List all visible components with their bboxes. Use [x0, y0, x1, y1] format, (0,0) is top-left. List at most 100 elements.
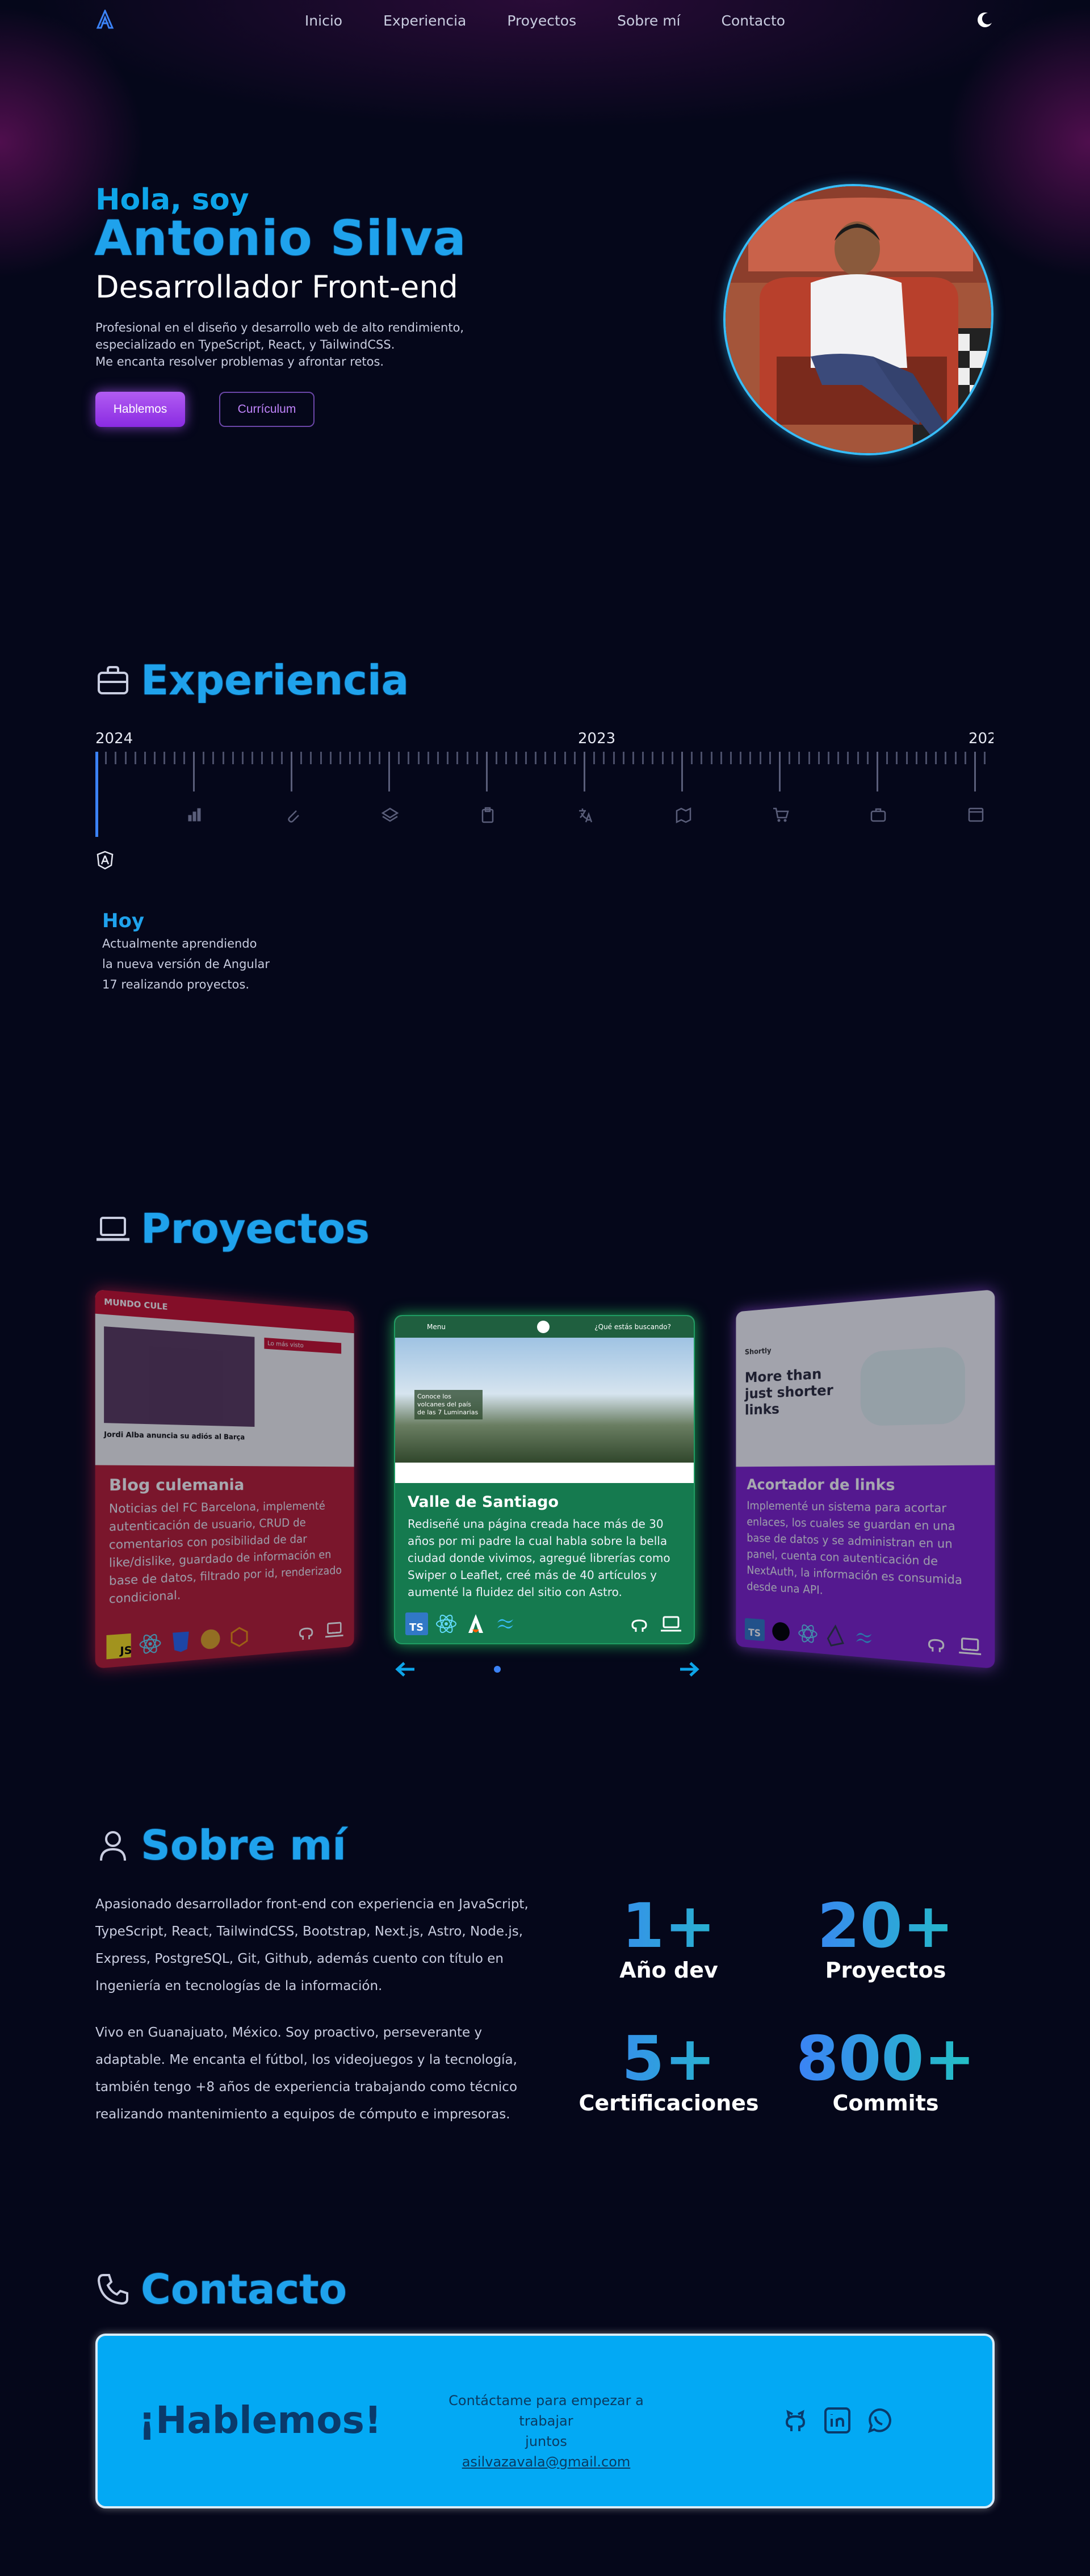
shot-side: Lo más visto: [264, 1337, 342, 1354]
timeline-tick: [212, 752, 215, 764]
about-paragraph: Vivo en Guanajuato, México. Soy proactiv…: [95, 2019, 538, 2128]
paperclip-icon[interactable]: [284, 806, 301, 823]
carousel-prev-arrow-icon[interactable]: [394, 1658, 417, 1681]
stat-label: Certificaciones: [578, 2091, 759, 2116]
contact-card: ¡Hablemos! Contáctame para empezar a tra…: [95, 2334, 995, 2508]
svg-text:TS: TS: [409, 1622, 424, 1633]
laptop-icon[interactable]: [660, 1612, 682, 1635]
contact-text-line: juntos: [525, 2433, 567, 2449]
php-icon: [199, 1627, 222, 1652]
phone-icon: [97, 2274, 128, 2305]
tailwind-icon: [853, 1626, 875, 1650]
timeline-tick: [203, 752, 205, 764]
timeline-tick: [691, 752, 693, 764]
github-icon[interactable]: [781, 2406, 810, 2435]
nav-experiencia[interactable]: Experiencia: [383, 12, 466, 29]
about-line: Vivo en Guanajuato, México. Soy proactiv…: [95, 2025, 483, 2040]
timeline-tick: [329, 752, 332, 764]
layers-icon[interactable]: [382, 806, 399, 823]
stat-label: Proyectos: [825, 1958, 946, 1983]
timeline-tick: [740, 752, 742, 764]
map-icon[interactable]: [674, 806, 691, 823]
carousel-next-arrow-icon[interactable]: [678, 1658, 701, 1681]
laptop-icon[interactable]: [324, 1618, 344, 1641]
project-desc: Implementé un sistema para acortar enlac…: [747, 1499, 963, 1597]
timeline-tick: [408, 752, 410, 764]
shot-caption: Jordi Alba anuncia su adiós al Barça: [104, 1430, 245, 1442]
cart-icon[interactable]: [772, 806, 789, 823]
about-line: TypeScript, React, TailwindCSS, Bootstra…: [95, 1924, 523, 1939]
timeline-tick: [584, 752, 585, 791]
clipboard-icon[interactable]: [479, 806, 496, 823]
nav-sobre-mi[interactable]: Sobre mí: [617, 12, 680, 29]
project-card[interactable]: Shortly More than just shorter links Aco…: [736, 1289, 995, 1669]
mysql-icon: [228, 1625, 250, 1649]
about-line: Apasionado desarrollador front-end con e…: [95, 1897, 529, 1912]
web-app-icon[interactable]: [967, 806, 984, 823]
carousel-dot[interactable]: [494, 1666, 501, 1673]
timeline-tick: [164, 752, 166, 764]
project-title: Valle de Santiago: [408, 1493, 559, 1511]
github-icon[interactable]: [628, 1612, 651, 1635]
projects-heading: Proyectos: [95, 1205, 370, 1253]
nav-contacto[interactable]: Contacto: [722, 12, 786, 29]
whatsapp-icon[interactable]: [865, 2406, 894, 2435]
timeline-tick: [476, 752, 478, 764]
timeline-tick: [378, 752, 380, 764]
about-heading: Sobre mí: [95, 1821, 346, 1869]
timeline-track[interactable]: [95, 752, 993, 837]
contact-text: Contáctame para empezar a trabajar junto…: [421, 2390, 671, 2472]
nav-inicio[interactable]: Inicio: [305, 12, 342, 29]
timeline-tick: [798, 752, 800, 764]
contact-email-link[interactable]: asilvazavala@gmail.com: [462, 2454, 631, 2470]
stat-value: 5+: [578, 2024, 760, 2095]
timeline-tick: [945, 752, 947, 764]
nav-proyectos[interactable]: Proyectos: [507, 12, 576, 29]
timeline-tick: [720, 752, 722, 764]
timeline-tick: [232, 752, 234, 764]
hablemos-button[interactable]: Hablemos: [95, 392, 185, 427]
timeline-tick: [544, 752, 547, 764]
timeline-tick: [622, 752, 624, 764]
timeline-tick: [368, 752, 371, 764]
shot-menu: Menu: [427, 1323, 446, 1331]
translate-icon[interactable]: [577, 806, 594, 823]
timeline-tick: [193, 752, 195, 791]
github-icon[interactable]: [924, 1631, 948, 1656]
shot-header: MUNDO CULE: [95, 1289, 354, 1334]
timeline-tick: [593, 752, 596, 764]
timeline-desc-line: la nueva versión de Angular: [102, 957, 270, 971]
hero-intro-line: especializado en TypeScript, React, y Ta…: [95, 338, 395, 351]
contact-social: [781, 2406, 894, 2435]
project-card[interactable]: MUNDO CULE Jordi Alba anuncia su adiós a…: [95, 1289, 354, 1669]
laptop-icon: [97, 1217, 129, 1241]
contact-title: Contacto: [141, 2265, 347, 2313]
moon-icon[interactable]: [975, 10, 995, 30]
css-icon: [169, 1629, 192, 1654]
briefcase-icon[interactable]: [870, 806, 887, 823]
react-icon: [139, 1631, 162, 1657]
timeline-tick: [456, 752, 459, 764]
curriculum-button[interactable]: Currículum: [219, 392, 315, 427]
timeline-tick: [222, 752, 224, 764]
timeline-tick: [554, 752, 556, 764]
timeline-tick: [818, 752, 820, 764]
timeline-tick: [339, 752, 341, 764]
stat-value: 20+: [795, 1891, 976, 1962]
project-card-active[interactable]: Menu ¿Qué estás buscando? Conoce los vol…: [394, 1315, 695, 1644]
timeline-tick: [505, 752, 508, 764]
chart-icon[interactable]: [186, 806, 203, 823]
typescript-icon: TS: [405, 1612, 428, 1635]
timeline-tick: [388, 752, 390, 791]
contact-text-line: Contáctame para empezar a trabajar: [448, 2393, 644, 2429]
angular-icon[interactable]: [97, 851, 114, 870]
laptop-icon[interactable]: [958, 1633, 982, 1660]
timeline-tick: [242, 752, 244, 764]
timeline-desc-line: 17 realizando proyectos.: [102, 978, 250, 991]
hero-intro-line: Me encanta resolver problemas y afrontar…: [95, 355, 384, 368]
shot-illustration: [860, 1346, 965, 1426]
timeline-tick: [661, 752, 664, 764]
linkedin-icon[interactable]: [823, 2406, 852, 2435]
github-icon[interactable]: [296, 1620, 316, 1643]
timeline-tick: [603, 752, 605, 764]
